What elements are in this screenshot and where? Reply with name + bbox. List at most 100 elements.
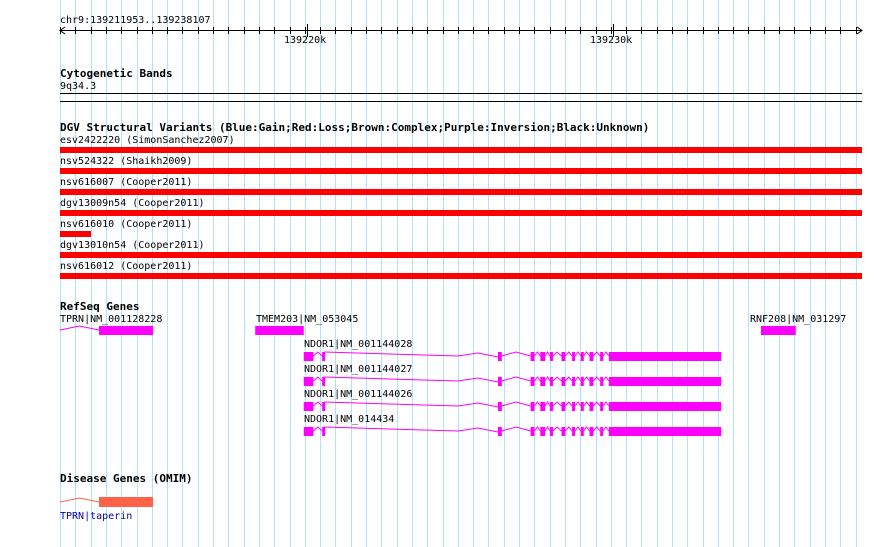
- refseq-intron: [564, 351, 573, 357]
- refseq-intron: [313, 351, 323, 357]
- refseq-exon: [540, 377, 546, 386]
- refseq-intron: [552, 401, 562, 407]
- refseq-intron: [534, 426, 541, 432]
- refseq-exon: [549, 402, 553, 411]
- refseq-intron: [602, 426, 610, 432]
- refseq-exon: [549, 427, 553, 436]
- refseq-exon: [580, 377, 584, 386]
- refseq-exon: [580, 352, 584, 361]
- refseq-intron: [534, 401, 541, 407]
- refseq-intron: [583, 376, 590, 382]
- refseq-exon: [549, 377, 553, 386]
- refseq-intron: [574, 351, 582, 357]
- refseq-intron: [592, 376, 601, 382]
- refseq-exon: [589, 377, 594, 386]
- refseq-exon: [600, 427, 604, 436]
- refseq-intron: [592, 351, 601, 357]
- refseq-intron: [583, 401, 590, 407]
- refseq-intron: [564, 376, 573, 382]
- refseq-intron: [59, 325, 100, 331]
- refseq-exon: [497, 377, 502, 386]
- refseq-exon: [303, 402, 314, 411]
- refseq-intron: [544, 401, 551, 407]
- refseq-intron: [501, 351, 531, 357]
- refseq-exon: [540, 427, 546, 436]
- omim-exon: [99, 497, 154, 507]
- refseq-intron: [534, 376, 541, 382]
- refseq-exon: [561, 352, 566, 361]
- refseq-exon: [760, 326, 796, 335]
- refseq-exon: [322, 352, 326, 361]
- refseq-intron: [534, 351, 541, 357]
- refseq-intron: [544, 426, 551, 432]
- refseq-exon: [99, 326, 154, 335]
- refseq-exon: [497, 352, 502, 361]
- refseq-exon: [600, 352, 604, 361]
- refseq-exon: [530, 352, 535, 361]
- refseq-exon: [540, 402, 546, 411]
- refseq-exon: [303, 352, 314, 361]
- refseq-exon: [580, 427, 584, 436]
- refseq-exon: [580, 402, 584, 411]
- refseq-exon: [589, 352, 594, 361]
- refseq-exon: [549, 352, 553, 361]
- refseq-exon: [561, 427, 566, 436]
- refseq-intron: [564, 401, 573, 407]
- refseq-intron: [501, 401, 531, 407]
- refseq-intron: [602, 351, 610, 357]
- refseq-intron: [564, 426, 573, 432]
- refseq-intron: [574, 401, 582, 407]
- refseq-exon: [497, 402, 502, 411]
- refseq-intron: [592, 426, 601, 432]
- refseq-exon: [572, 377, 576, 386]
- omim-track-title[interactable]: Disease Genes (OMIM): [60, 473, 192, 485]
- refseq-exon: [572, 402, 576, 411]
- refseq-exon: [561, 402, 566, 411]
- refseq-exon: [572, 352, 576, 361]
- refseq-intron: [313, 426, 323, 432]
- refseq-exon: [572, 427, 576, 436]
- refseq-exon: [497, 427, 502, 436]
- refseq-exon: [530, 427, 535, 436]
- refseq-gene-glyphs[interactable]: [0, 0, 890, 547]
- refseq-intron: [583, 351, 590, 357]
- refseq-exon: [608, 427, 722, 436]
- omim-intron: [59, 497, 100, 503]
- refseq-exon: [608, 377, 722, 386]
- refseq-exon: [589, 427, 594, 436]
- refseq-intron: [324, 376, 499, 383]
- refseq-intron: [574, 426, 582, 432]
- refseq-intron: [592, 401, 601, 407]
- refseq-exon: [600, 402, 604, 411]
- refseq-intron: [574, 376, 582, 382]
- refseq-intron: [313, 401, 323, 407]
- refseq-intron: [313, 376, 323, 382]
- refseq-exon: [530, 402, 535, 411]
- refseq-intron: [324, 401, 499, 408]
- refseq-exon: [540, 352, 546, 361]
- refseq-intron: [324, 351, 499, 358]
- refseq-exon: [322, 402, 326, 411]
- refseq-exon: [303, 377, 314, 386]
- refseq-intron: [501, 426, 531, 432]
- refseq-exon: [322, 427, 326, 436]
- refseq-intron: [324, 426, 499, 433]
- refseq-exon: [561, 377, 566, 386]
- refseq-exon: [255, 326, 304, 335]
- refseq-intron: [544, 376, 551, 382]
- refseq-exon: [600, 377, 604, 386]
- refseq-intron: [501, 376, 531, 382]
- omim-gene-label[interactable]: TPRN|taperin: [60, 511, 132, 522]
- refseq-intron: [552, 376, 562, 382]
- refseq-exon: [608, 402, 722, 411]
- refseq-exon: [589, 402, 594, 411]
- refseq-exon: [322, 377, 326, 386]
- refseq-exon: [608, 352, 722, 361]
- refseq-intron: [602, 376, 610, 382]
- refseq-intron: [552, 351, 562, 357]
- refseq-intron: [583, 426, 590, 432]
- refseq-intron: [544, 351, 551, 357]
- refseq-exon: [530, 377, 535, 386]
- refseq-intron: [552, 426, 562, 432]
- refseq-intron: [602, 401, 610, 407]
